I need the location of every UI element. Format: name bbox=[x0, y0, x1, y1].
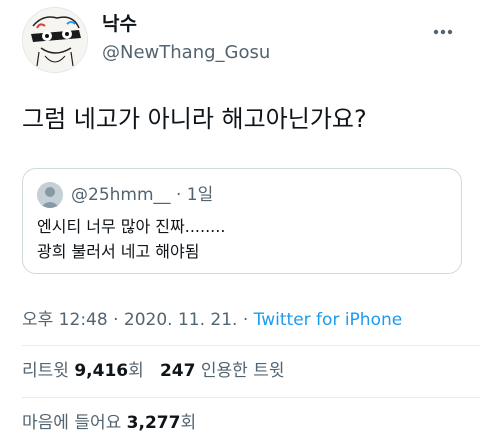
tweet-date[interactable]: 2020. 11. 21. bbox=[124, 310, 238, 330]
meta-separator: · bbox=[242, 310, 249, 330]
quoted-tweet[interactable]: @25hmm__ · 1일 엔시티 너무 많아 진짜........ 광희 불러… bbox=[22, 168, 462, 274]
author-name[interactable]: 낙수 bbox=[102, 12, 137, 36]
retweet-label: 리트윗 bbox=[22, 361, 69, 381]
divider bbox=[22, 345, 480, 346]
quote-text: 엔시티 너무 많아 진짜........ 광희 불러서 네고 해야됨 bbox=[37, 214, 225, 264]
tweet-text: 그럼 네고가 아니라 해고아닌가요? bbox=[22, 105, 367, 133]
tweet-meta: 오후 12:48 · 2020. 11. 21. · Twitter for i… bbox=[22, 308, 402, 332]
likes-unit: 회 bbox=[180, 413, 197, 433]
quote-handle[interactable]: @25hmm__ bbox=[71, 185, 171, 205]
quote-count: 247 bbox=[159, 361, 196, 381]
meta-separator: · bbox=[113, 310, 119, 330]
quote-meta: @25hmm__ · 1일 bbox=[71, 182, 213, 208]
tweet-time[interactable]: 오후 12:48 bbox=[22, 310, 108, 330]
likes-stat[interactable]: 마음에 들어요 3,277회 bbox=[22, 410, 196, 436]
divider bbox=[22, 397, 480, 398]
quote-label: 인용한 트윗 bbox=[200, 361, 285, 381]
likes-label: 마음에 들어요 bbox=[22, 413, 122, 433]
tweet-source-link[interactable]: Twitter for iPhone bbox=[254, 310, 403, 330]
quote-separator: · bbox=[175, 185, 182, 205]
retweet-count: 9,416 bbox=[74, 361, 129, 381]
sketch-avatar-icon bbox=[23, 8, 87, 72]
quote-avatar[interactable] bbox=[37, 182, 63, 208]
engagement-stats: 리트윗 9,416회 247 인용한 트윗 bbox=[22, 358, 284, 384]
author-avatar[interactable] bbox=[22, 7, 88, 73]
retweet-unit: 회 bbox=[128, 361, 144, 381]
more-options-button[interactable] bbox=[428, 17, 458, 47]
likes-count: 3,277 bbox=[126, 413, 181, 433]
quote-time[interactable]: 1일 bbox=[187, 185, 213, 205]
retweets-stat[interactable]: 리트윗 9,416회 bbox=[22, 361, 144, 381]
more-icon bbox=[433, 29, 453, 35]
default-avatar-icon bbox=[37, 182, 63, 208]
quote-tweets-stat[interactable]: 247 인용한 트윗 bbox=[160, 361, 285, 381]
author-handle[interactable]: @NewThang_Gosu bbox=[102, 41, 270, 65]
quote-text-line: 광희 불러서 네고 해야됨 bbox=[37, 242, 200, 261]
quote-text-line: 엔시티 너무 많아 진짜........ bbox=[37, 217, 226, 236]
